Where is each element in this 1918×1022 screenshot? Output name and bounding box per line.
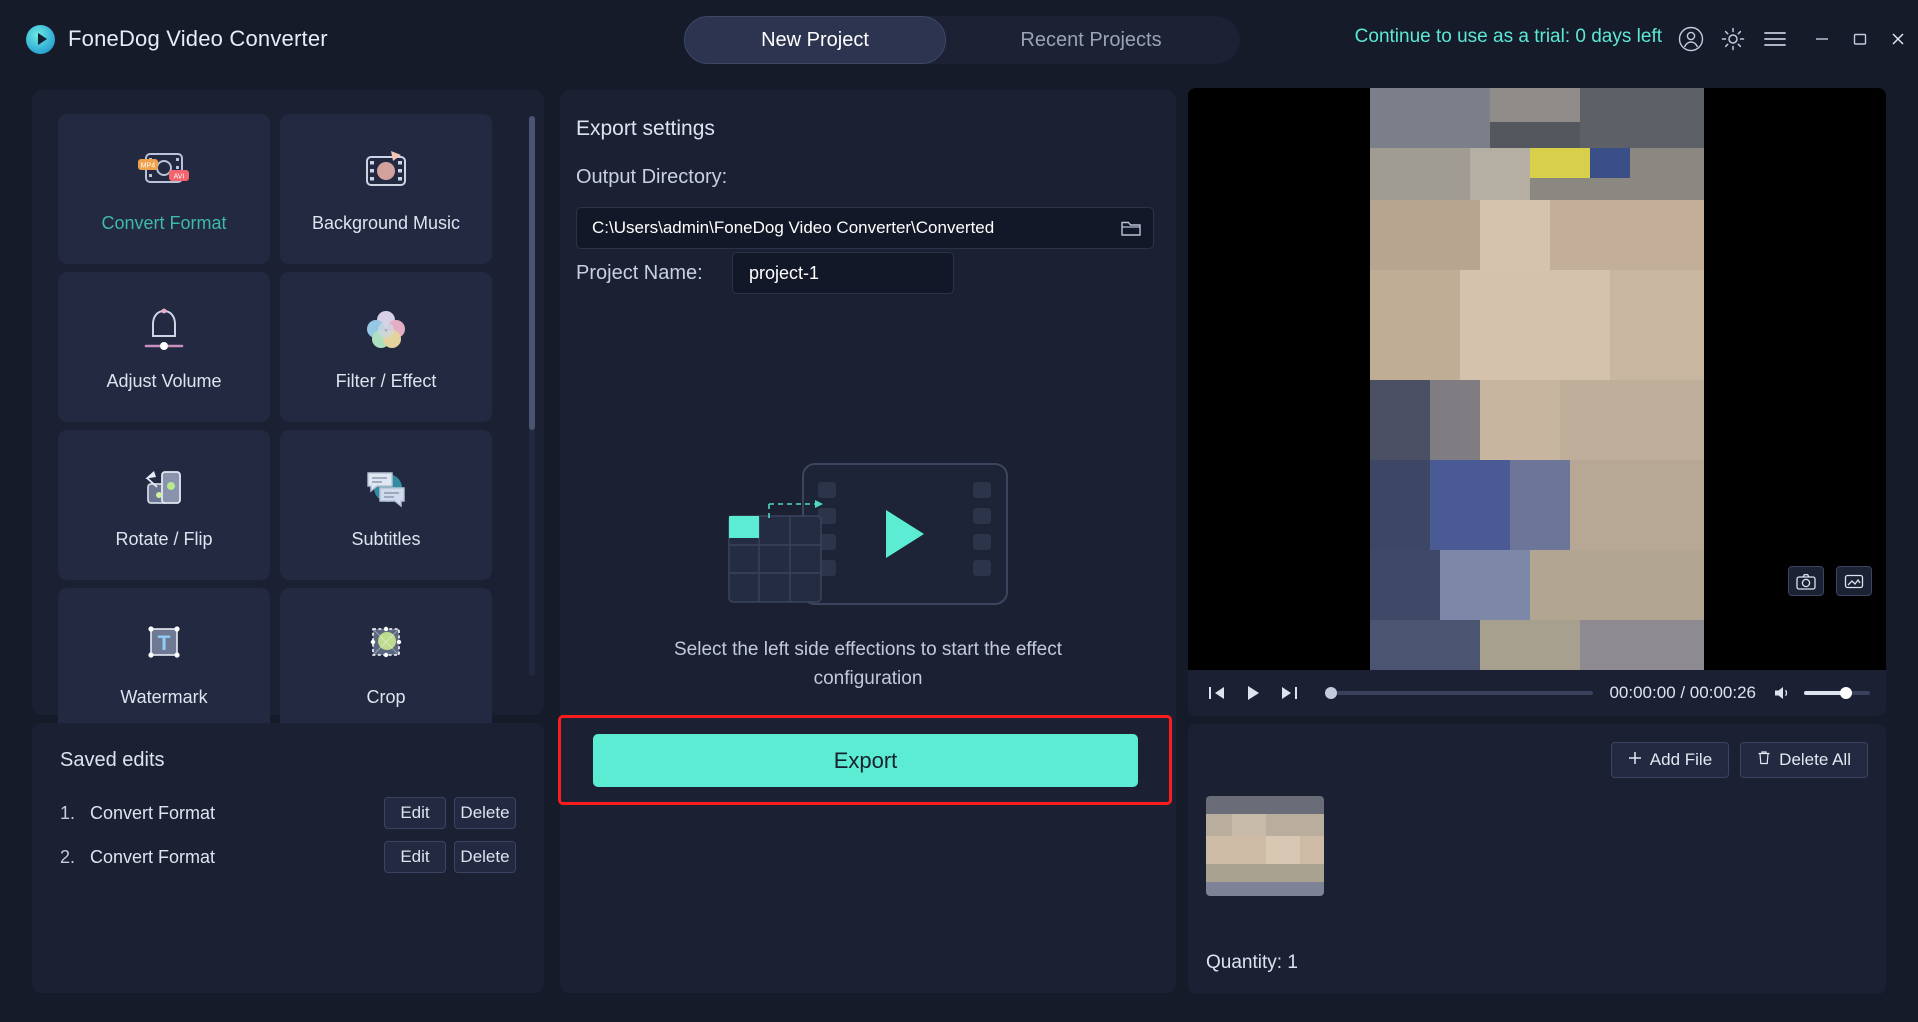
saved-edits-panel: Saved edits 1. Convert Format Edit Delet… (32, 723, 544, 993)
tool-label: Adjust Volume (106, 370, 222, 391)
camera-snapshot-icon[interactable] (1788, 566, 1824, 596)
saved-edit-name: Convert Format (90, 846, 216, 867)
edit-button[interactable]: Edit (384, 797, 446, 829)
tool-label: Subtitles (351, 528, 421, 549)
adjust-volume-icon (136, 303, 192, 357)
tool-label: Background Music (311, 212, 461, 233)
app-brand: FoneDog Video Converter (26, 24, 328, 54)
add-file-label: Add File (1649, 750, 1713, 769)
tool-label: Rotate / Flip (115, 528, 213, 549)
svg-text:MP4: MP4 (141, 162, 156, 169)
tool-card-subtitles[interactable]: Subtitles (280, 430, 492, 580)
saved-edits-title: Saved edits (60, 749, 165, 771)
project-name-field[interactable]: project-1 (732, 252, 954, 294)
convert-format-icon: MP4 AVI (136, 145, 192, 199)
tab-recent-projects[interactable]: Recent Projects (946, 16, 1236, 64)
close-icon[interactable] (1884, 25, 1912, 53)
export-button[interactable]: Export (593, 734, 1138, 787)
subtitles-icon (358, 461, 414, 515)
video-effect-placeholder-icon (723, 460, 1013, 608)
app-window: FoneDog Video Converter New Project Rece… (0, 0, 1918, 1022)
export-settings-panel: Export settings Output Directory: C:\Use… (560, 90, 1176, 993)
video-preview-panel: 00:00:00 / 00:00:26 (1188, 88, 1886, 716)
tool-card-rotate-flip[interactable]: Rotate / Flip (58, 430, 270, 580)
svg-text:AVI: AVI (174, 173, 185, 180)
account-icon[interactable] (1676, 24, 1706, 54)
play-icon[interactable] (1240, 680, 1266, 706)
plus-icon (1628, 750, 1642, 770)
folder-icon[interactable] (1109, 207, 1153, 249)
saved-edit-index: 2. (60, 846, 76, 867)
saved-edit-row: 1. Convert Format Edit Delete (60, 796, 516, 830)
seek-knob[interactable] (1325, 687, 1337, 699)
app-title: FoneDog Video Converter (68, 26, 328, 51)
file-list-actions: Add File Delete All (1610, 742, 1868, 778)
filter-effect-icon (358, 303, 414, 357)
volume-slider[interactable] (1804, 687, 1870, 699)
video-frame (1370, 88, 1704, 670)
delete-button[interactable]: Delete (454, 841, 516, 873)
tab-new-project[interactable]: New Project (684, 16, 946, 64)
tool-label: Convert Format (101, 212, 227, 233)
seek-slider[interactable] (1325, 687, 1594, 699)
volume-icon[interactable] (1770, 681, 1794, 705)
edit-button[interactable]: Edit (384, 841, 446, 873)
skip-previous-icon[interactable] (1204, 680, 1230, 706)
quantity-label: Quantity: 1 (1206, 952, 1298, 973)
gif-capture-icon[interactable] (1836, 566, 1872, 596)
effects-panel: MP4 AVI Convert Format Background Music … (32, 90, 544, 738)
tool-card-filter-effect[interactable]: Filter / Effect (280, 272, 492, 422)
saved-edit-row: 2. Convert Format Edit Delete (60, 840, 516, 874)
tool-card-crop[interactable]: Crop (280, 588, 492, 738)
gear-icon[interactable] (1718, 24, 1748, 54)
tool-card-convert-format[interactable]: MP4 AVI Convert Format (58, 114, 270, 264)
crop-icon (358, 619, 414, 673)
hamburger-menu-icon[interactable] (1760, 24, 1790, 54)
effects-scrollbar[interactable] (529, 116, 535, 676)
project-tabs: New Project Recent Projects (684, 16, 1240, 64)
tool-label: Filter / Effect (335, 370, 437, 391)
tool-card-adjust-volume[interactable]: Adjust Volume (58, 272, 270, 422)
maximize-icon[interactable] (1846, 25, 1874, 53)
placeholder-caption: Select the left side effections to start… (674, 639, 1062, 690)
minimize-icon[interactable] (1808, 25, 1836, 53)
volume-knob[interactable] (1840, 687, 1852, 699)
file-list-panel: Add File Delete All Quantity: 1 (1188, 724, 1886, 994)
tool-label: Crop (366, 686, 406, 707)
saved-edit-name: Convert Format (90, 802, 216, 823)
output-directory-label: Output Directory: (576, 166, 728, 188)
video-canvas[interactable] (1188, 88, 1886, 670)
delete-button[interactable]: Delete (454, 797, 516, 829)
output-directory-field[interactable]: C:\Users\admin\FoneDog Video Converter\C… (576, 207, 1154, 249)
saved-edit-index: 1. (60, 802, 76, 823)
timecode-display: 00:00:00 / 00:00:26 (1609, 683, 1756, 702)
preview-overlay-buttons (1788, 566, 1872, 596)
add-file-button[interactable]: Add File (1610, 742, 1730, 778)
rotate-flip-icon (136, 461, 192, 515)
tool-card-watermark[interactable]: T Watermark (58, 588, 270, 738)
tool-card-background-music[interactable]: Background Music (280, 114, 492, 264)
project-name-value: project-1 (749, 262, 820, 283)
watermark-icon: T (136, 619, 192, 673)
delete-all-label: Delete All (1779, 750, 1851, 769)
scrollbar-thumb[interactable] (529, 116, 535, 430)
trial-status-link[interactable]: Continue to use as a trial: 0 days left (1355, 26, 1662, 48)
skip-next-icon[interactable] (1276, 680, 1302, 706)
trash-icon (1757, 750, 1771, 770)
output-directory-value: C:\Users\admin\FoneDog Video Converter\C… (592, 218, 995, 237)
play-circle-icon (26, 24, 55, 54)
delete-all-button[interactable]: Delete All (1740, 742, 1868, 778)
background-music-icon (358, 145, 414, 199)
tool-label: Watermark (120, 686, 208, 707)
project-name-label: Project Name: (576, 262, 703, 284)
video-pixelated-content (1370, 88, 1704, 670)
player-controls: 00:00:00 / 00:00:26 (1188, 670, 1886, 716)
svg-text:T: T (158, 632, 171, 655)
file-thumbnail[interactable] (1206, 796, 1324, 896)
export-settings-title: Export settings (576, 117, 715, 140)
effects-grid: MP4 AVI Convert Format Background Music … (58, 114, 492, 738)
